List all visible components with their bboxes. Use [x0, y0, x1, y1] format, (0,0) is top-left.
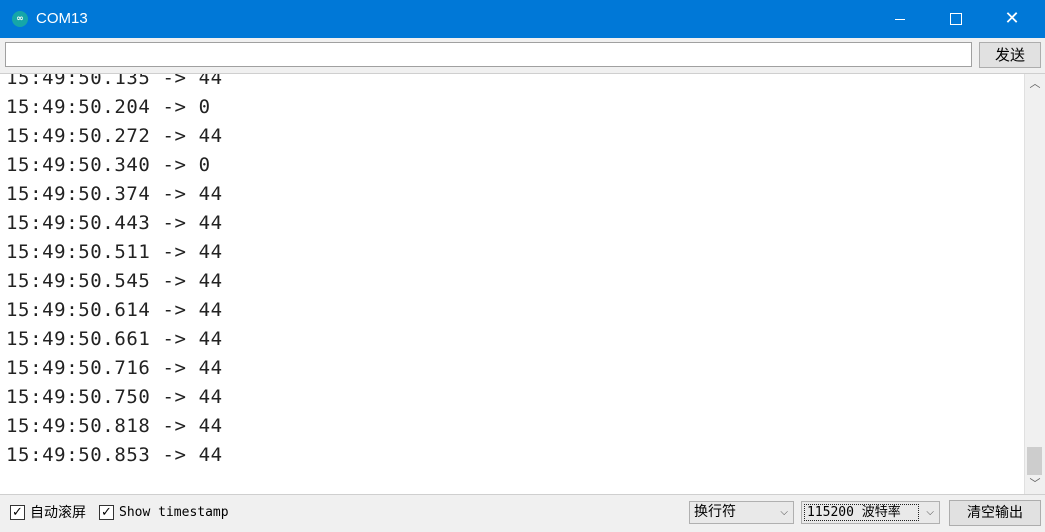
maximize-icon — [950, 13, 962, 25]
output-line: 15:49:50.204 -> 0 — [6, 96, 211, 118]
close-icon: ✕ — [1004, 8, 1020, 29]
send-button[interactable]: 发送 — [979, 42, 1041, 68]
baud-rate-value: 115200 波特率 — [804, 504, 919, 521]
window-title: COM13 — [36, 10, 88, 27]
close-button[interactable]: ✕ — [989, 0, 1035, 38]
chevron-down-icon: ⌵ — [926, 507, 934, 518]
check-icon: ✓ — [101, 505, 112, 520]
timestamp-label: Show timestamp — [119, 505, 229, 520]
autoscroll-checkbox[interactable]: ✓ — [10, 505, 25, 520]
line-ending-value: 换行符 — [694, 504, 736, 520]
output-line: 15:49:50.135 -> 44 — [6, 73, 223, 89]
output-line: 15:49:50.661 -> 44 — [6, 328, 223, 350]
send-input[interactable] — [5, 42, 972, 67]
output-line: 15:49:50.750 -> 44 — [6, 386, 223, 408]
clear-output-button[interactable]: 清空输出 — [949, 500, 1041, 526]
output-line: 15:49:50.443 -> 44 — [6, 212, 223, 234]
maximize-button[interactable] — [933, 0, 979, 38]
title-bar: ∞ COM13 ✕ — [0, 0, 1045, 38]
baud-rate-select[interactable]: 115200 波特率 ⌵ — [801, 501, 940, 524]
arduino-icon: ∞ — [12, 11, 28, 27]
line-ending-select[interactable]: 换行符 ⌵ — [689, 501, 794, 524]
scroll-up-icon[interactable]: ︿ — [1025, 74, 1045, 94]
output-line: 15:49:50.716 -> 44 — [6, 357, 223, 379]
output-line: 15:49:50.511 -> 44 — [6, 241, 223, 263]
output-line: 15:49:50.614 -> 44 — [6, 299, 223, 321]
output-line: 15:49:50.272 -> 44 — [6, 125, 223, 147]
timestamp-checkbox[interactable]: ✓ — [99, 505, 114, 520]
output-lines: 15:49:50.135 -> 44 15:49:50.204 -> 0 15:49… — [6, 73, 223, 470]
chevron-down-icon: ⌵ — [780, 507, 788, 518]
check-icon: ✓ — [12, 505, 23, 520]
vertical-scrollbar[interactable]: ︿ ﹀ — [1024, 74, 1045, 494]
output-line: 15:49:50.545 -> 44 — [6, 270, 223, 292]
output-line: 15:49:50.853 -> 44 — [6, 444, 223, 466]
output-line: 15:49:50.374 -> 44 — [6, 183, 223, 205]
serial-output: 15:49:50.135 -> 44 15:49:50.204 -> 0 15:49… — [0, 73, 1045, 495]
scroll-thumb[interactable] — [1027, 447, 1042, 475]
autoscroll-label: 自动滚屏 — [30, 505, 86, 521]
minimize-button[interactable] — [877, 0, 923, 38]
output-line: 15:49:50.818 -> 44 — [6, 415, 223, 437]
minimize-icon — [895, 18, 905, 20]
scroll-down-icon[interactable]: ﹀ — [1025, 474, 1045, 494]
output-line: 15:49:50.340 -> 0 — [6, 154, 211, 176]
status-bar: ✓ 自动滚屏 ✓ Show timestamp 换行符 ⌵ 115200 波特率… — [0, 496, 1045, 532]
